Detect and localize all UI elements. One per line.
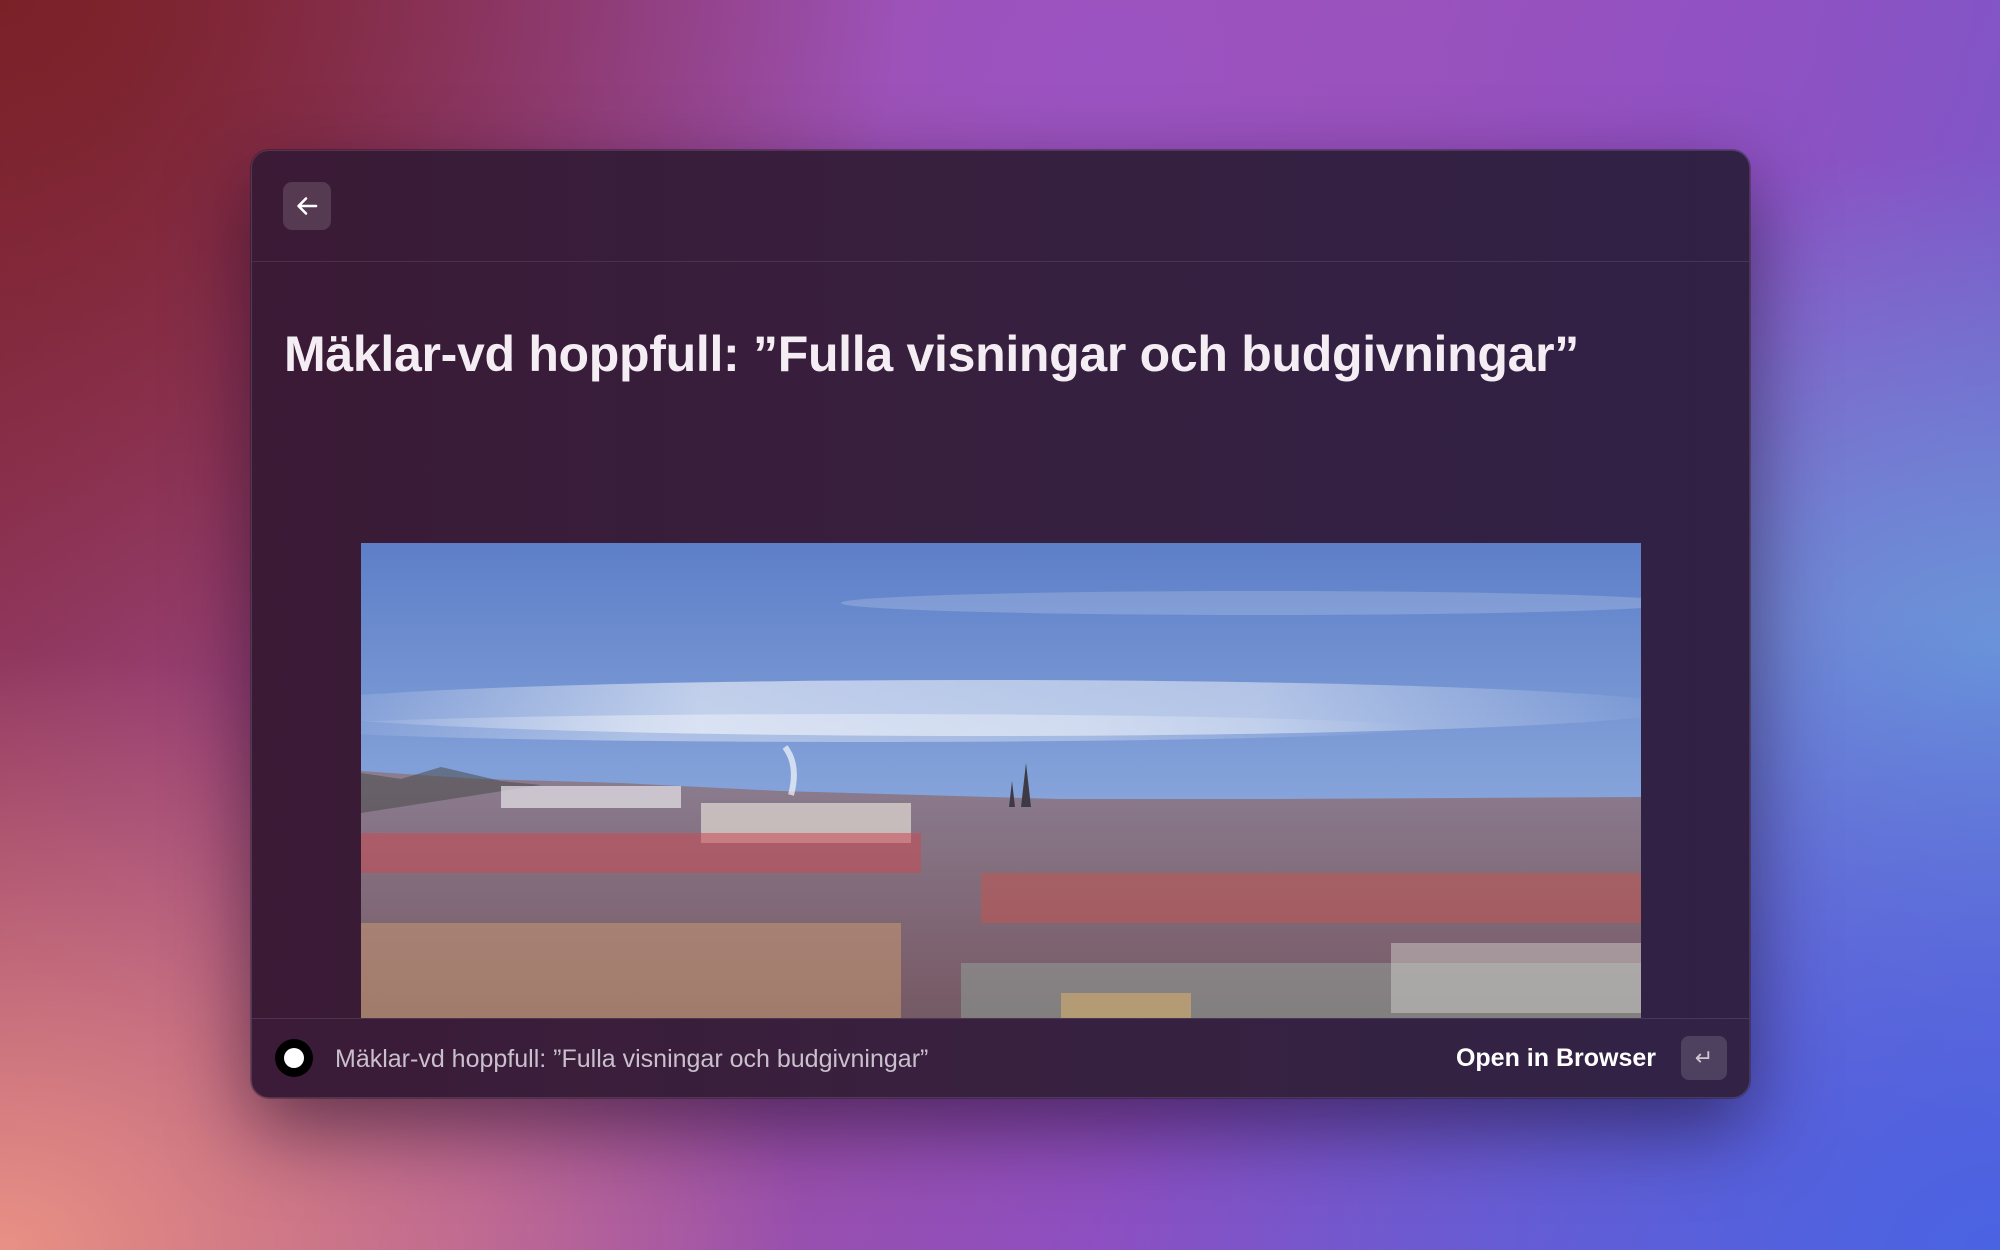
return-key-icon[interactable]: ↵ <box>1681 1036 1727 1080</box>
source-favicon-icon <box>275 1039 313 1077</box>
action-bar: Mäklar-vd hoppfull: ”Fulla visningar och… <box>252 1018 1749 1097</box>
top-bar <box>252 151 1749 262</box>
back-button[interactable] <box>283 182 331 230</box>
open-in-browser-button[interactable]: Open in Browser <box>1456 1044 1656 1073</box>
arrow-left-icon <box>297 197 318 215</box>
article-title: Mäklar-vd hoppfull: ”Fulla visningar och… <box>284 326 1579 382</box>
city-skyline-image <box>361 543 1641 1097</box>
article-hero-image <box>361 543 1641 1097</box>
article-window: Mäklar-vd hoppfull: ”Fulla visningar och… <box>251 150 1750 1098</box>
article-content[interactable]: Mäklar-vd hoppfull: ”Fulla visningar och… <box>252 262 1749 1097</box>
action-bar-title: Mäklar-vd hoppfull: ”Fulla visningar och… <box>335 1045 929 1073</box>
